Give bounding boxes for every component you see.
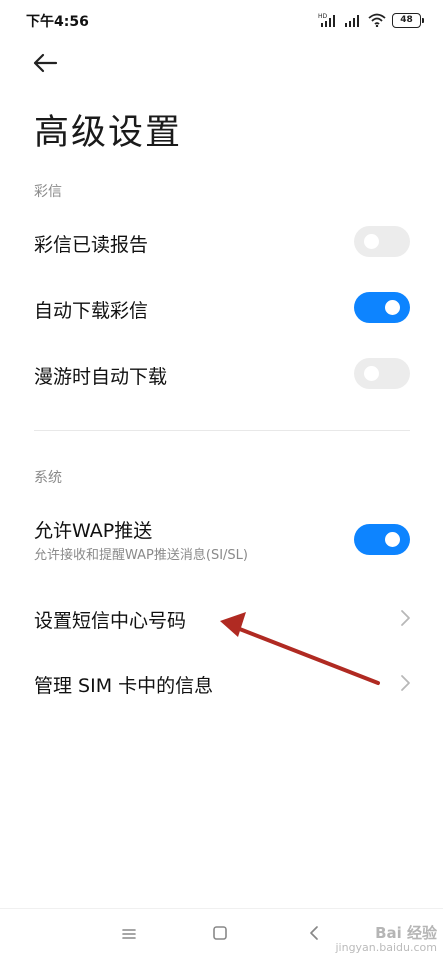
watermark-main: Bai 经验 — [375, 924, 437, 943]
section-divider — [34, 430, 410, 431]
chevron-right-icon — [399, 609, 411, 627]
setting-row-auto-download-mms[interactable]: 自动下载彩信 — [0, 286, 443, 330]
setting-label: 彩信已读报告 — [34, 234, 149, 256]
setting-row-mms-read-report[interactable]: 彩信已读报告 — [0, 220, 443, 264]
setting-label: 管理 SIM 卡中的信息 — [34, 675, 214, 697]
toggle-knob — [364, 366, 379, 381]
chevron-left-icon — [308, 925, 320, 945]
back-button[interactable] — [28, 50, 62, 80]
setting-row-sim-messages[interactable]: 管理 SIM 卡中的信息 — [0, 661, 443, 705]
toggle-knob — [385, 532, 400, 547]
page-title: 高级设置 — [34, 113, 183, 153]
mms-read-report-toggle[interactable] — [354, 226, 410, 257]
svg-text:HD: HD — [318, 13, 328, 20]
status-icons: HD 48 — [318, 10, 424, 30]
toggle-knob — [364, 234, 379, 249]
setting-label: 设置短信中心号码 — [34, 610, 187, 632]
status-time: 下午4:56 — [26, 14, 89, 30]
chevron-right-icon — [399, 674, 411, 692]
battery-level: 48 — [400, 14, 413, 25]
wifi-icon — [368, 13, 386, 27]
setting-label: 允许WAP推送 — [34, 520, 153, 542]
arrow-left-icon — [32, 53, 58, 77]
wap-push-toggle[interactable] — [354, 524, 410, 555]
roaming-auto-download-toggle[interactable] — [354, 358, 410, 389]
setting-row-sms-center[interactable]: 设置短信中心号码 — [0, 596, 443, 640]
status-bar: 下午4:56 HD 48 — [0, 0, 443, 40]
battery-icon: 48 — [392, 12, 424, 28]
setting-label: 自动下载彩信 — [34, 300, 149, 322]
watermark-sub: jingyan.baidu.com — [335, 940, 437, 954]
setting-row-roaming-auto-download[interactable]: 漫游时自动下载 — [0, 352, 443, 396]
home-button[interactable] — [206, 923, 234, 947]
home-square-icon — [212, 925, 228, 945]
setting-sublabel: 允许接收和提醒WAP推送消息(SI/SL) — [34, 548, 248, 563]
setting-label: 漫游时自动下载 — [34, 366, 168, 388]
auto-download-mms-toggle[interactable] — [354, 292, 410, 323]
setting-row-wap-push[interactable]: 允许WAP推送 允许接收和提醒WAP推送消息(SI/SL) — [0, 512, 443, 568]
baidu-watermark: Bai 经验 jingyan.baidu.com — [335, 925, 437, 954]
nav-back-button[interactable] — [300, 923, 328, 947]
signal-icon — [344, 13, 362, 27]
menu-button[interactable] — [115, 923, 143, 947]
section-header-system: 系统 — [34, 470, 62, 486]
menu-icon — [121, 926, 137, 945]
section-header-mms: 彩信 — [34, 184, 62, 200]
signal-hd-icon: HD — [318, 12, 338, 28]
toggle-knob — [385, 300, 400, 315]
